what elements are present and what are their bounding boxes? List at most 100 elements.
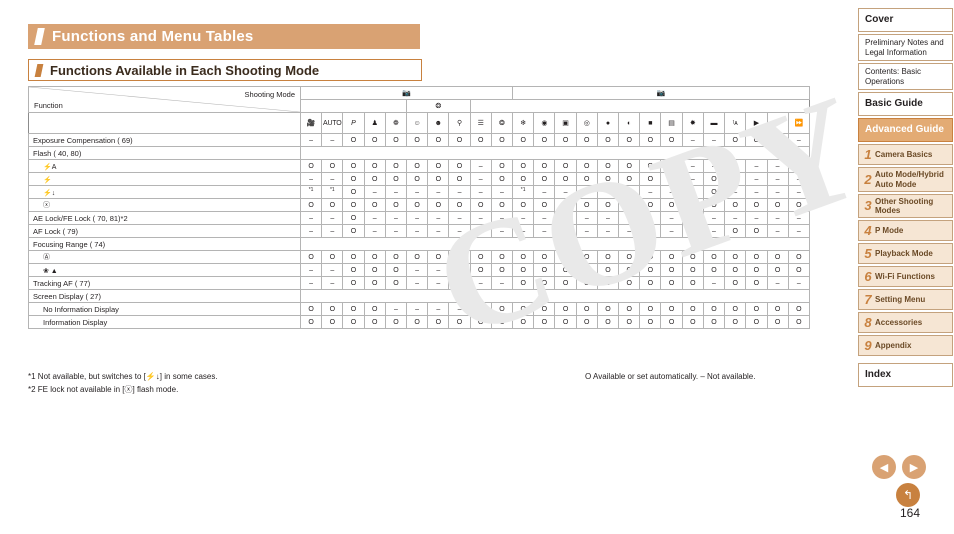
table-row: Information Display O O O O O O O O O O O O O O O O O O O O O… (28, 315, 811, 329)
cell-value: O (639, 159, 662, 173)
footnote-1: *1 Not available, but switches to [⚡↓] i… (28, 372, 218, 381)
chapter-label: Setting Menu (875, 295, 926, 305)
cell-value: – (618, 211, 641, 225)
cell-value: O (406, 315, 429, 329)
cell-value: – (787, 172, 811, 186)
cell-value: O (363, 159, 386, 173)
chapter-number: 8 (864, 315, 872, 331)
cell-value: – (469, 185, 492, 199)
sidebar-item-basic-guide[interactable]: Basic Guide (858, 92, 953, 117)
header-spacer (29, 113, 301, 134)
next-page-arrow-icon[interactable]: ▶ (902, 455, 926, 479)
cell-value: O (384, 133, 408, 147)
cell-value: – (490, 224, 514, 238)
sidebar-item-advanced-guide[interactable]: Advanced Guide (858, 118, 953, 143)
sidebar-chapter-8[interactable]: 8 Accessories (858, 312, 953, 334)
table-row: ⚡ – – O O O O O O – O O O O O O O O O – O – – – – (28, 172, 811, 186)
previous-page-arrow-icon[interactable]: ◀ (872, 455, 896, 479)
cell-value: O (469, 198, 492, 212)
cell-value: – (427, 302, 450, 316)
cell-value: O (554, 302, 577, 316)
return-home-icon[interactable]: ↰ (896, 483, 920, 507)
cell-value: – (384, 211, 408, 225)
mode-column-low-light-icon: ❄ (512, 112, 535, 134)
cell-value: O (533, 198, 556, 212)
cell-value: – (681, 133, 704, 147)
cell-value: – (724, 211, 747, 225)
cell-value: O (575, 250, 598, 264)
cell-value: O (384, 276, 408, 290)
cell-value: O (427, 159, 450, 173)
table-row: ⚡↓ *1 *1 O – – – – – – – *1– – – – – – – – O – – – – (28, 185, 811, 199)
sidebar-chapter-5[interactable]: 5 Playback Mode (858, 243, 953, 265)
cell-value: O (745, 302, 768, 316)
cell-value: – (363, 185, 386, 199)
cell-value: O (660, 250, 683, 264)
table-row: AF Lock ( 79) – – O – – – – – – – – – – – – – – – – – O O – – (28, 224, 811, 238)
row-label: AE Lock/FE Lock ( 70, 81)*2 (28, 211, 301, 225)
cell-value: – (787, 133, 811, 147)
sidebar-chapter-1[interactable]: 1 Camera Basics (858, 144, 953, 166)
cell-value: – (321, 276, 344, 290)
cell-value: O (406, 133, 429, 147)
cell-value: O (448, 172, 471, 186)
cell-value: O (618, 159, 641, 173)
cell-value: O (681, 198, 704, 212)
cell-value: O (724, 315, 747, 329)
chapter-label: Accessories (875, 318, 923, 328)
cell-value: – (554, 211, 577, 225)
cell-value: – (427, 185, 450, 199)
cell-value: O (702, 250, 726, 264)
cell-value: O (660, 302, 683, 316)
cell-value: O (702, 198, 726, 212)
cell-value: O (533, 133, 556, 147)
sidebar-navigation: Cover Preliminary Notes and Legal Inform… (858, 8, 953, 389)
cell-value: – (384, 185, 408, 199)
row-icon: ❀ ▲ (43, 267, 58, 275)
cell-value: O (554, 172, 577, 186)
cell-value: O (342, 315, 365, 329)
sidebar-chapter-7[interactable]: 7 Setting Menu (858, 289, 953, 311)
page-navigation-controls: ◀ ▶ (872, 455, 926, 479)
sidebar-chapter-3[interactable]: 3 Other Shooting Modes (858, 193, 953, 219)
cell-value: O (596, 315, 620, 329)
row-icon: ⚡A (43, 163, 57, 171)
cell-value: O (321, 159, 344, 173)
sidebar-item-preliminary-notes[interactable]: Preliminary Notes and Legal Information (858, 34, 953, 62)
sidebar-item-cover[interactable]: Cover (858, 8, 953, 32)
cell-value: – (660, 211, 683, 225)
cell-value: O (321, 302, 344, 316)
cell-value: O (363, 172, 386, 186)
sidebar-chapter-9[interactable]: 9 Appendix (858, 335, 953, 357)
cell-value: O (490, 133, 514, 147)
cell-value: O (342, 302, 365, 316)
mode-column-high-speed-burst-icon: ☰ (469, 112, 492, 134)
cell-value: O (618, 133, 641, 147)
cell-value: O (596, 172, 620, 186)
cell-value: O (512, 276, 535, 290)
cell-value: O (363, 263, 386, 277)
chapter-number: 5 (864, 246, 872, 262)
page-number: 164 (900, 506, 921, 520)
cell-value: O (469, 302, 492, 316)
row-icon: ⓧ (43, 202, 50, 209)
sidebar-chapter-2[interactable]: 2 Auto Mode/Hybrid Auto Mode (858, 167, 953, 192)
table-row: AE Lock/FE Lock ( 70, 81)*2– – O – – – – – – – – – –… (28, 211, 811, 225)
sidebar-item-contents-basic-operations[interactable]: Contents: Basic Operations (858, 63, 953, 91)
sidebar-chapter-4[interactable]: 4 P Mode (858, 220, 953, 242)
cell-value: – (469, 276, 492, 290)
cell-value: – (554, 185, 577, 199)
cell-value: – (596, 211, 620, 225)
cell-value: O (384, 172, 408, 186)
cell-value: O (406, 159, 429, 173)
cell-value: O (596, 198, 620, 212)
cell-value: – (406, 224, 429, 238)
sidebar-chapter-6[interactable]: 6 Wi-Fi Functions (858, 266, 953, 288)
cell-value: O (575, 263, 598, 277)
cell-value: O (490, 172, 514, 186)
cell-value: – (766, 133, 789, 147)
sidebar-item-index[interactable]: Index (858, 363, 953, 388)
table-row: Flash ( 40, 80) (28, 146, 810, 160)
cell-value: O (363, 315, 386, 329)
cell-value: O (766, 302, 789, 316)
